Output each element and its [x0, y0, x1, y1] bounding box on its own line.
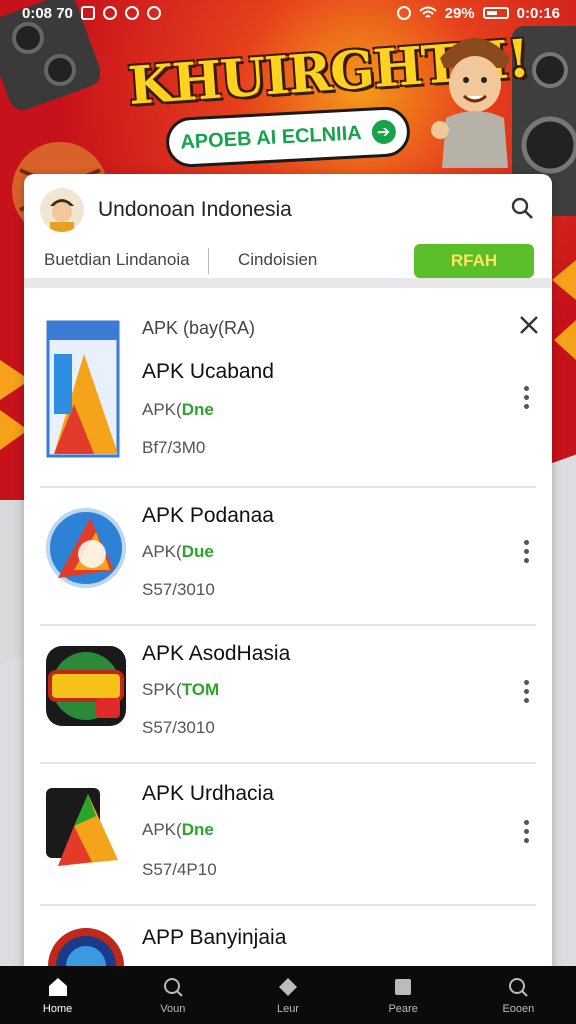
square-icon [395, 979, 412, 995]
item-size: S57/3010 [142, 718, 215, 737]
app-list-card: Undonoan Indonesia Buetdian Lindanoia Ci… [24, 174, 552, 974]
banner-cta-label: APOEB AI ECLNIIA [179, 121, 363, 154]
app-icon [46, 788, 118, 866]
more-options-icon[interactable] [522, 820, 530, 846]
item-version-prefix: APK( [142, 400, 182, 419]
search-icon [163, 978, 183, 997]
item-version-prefix: SPK( [142, 680, 182, 699]
nav-search[interactable]: Voun [128, 966, 218, 1024]
status-time: 0:08 70 [22, 4, 73, 22]
item-tag: APK (bay(RA) [142, 318, 256, 338]
item-name: APK AsodHasia [142, 642, 291, 665]
item-version-prefix: APK( [142, 542, 182, 561]
item-version-value: Dne [181, 820, 214, 839]
mascot-illustration [431, 38, 510, 168]
alarm-icon [396, 6, 411, 20]
close-icon[interactable] [518, 314, 540, 336]
nav-label: Home [42, 1003, 73, 1015]
item-version: SPK(TOM [142, 680, 219, 700]
nav-home[interactable]: Home [13, 966, 103, 1024]
app-list: APK (bay(RA) APK Ucaband APK(Dne Bf7/3M0… [24, 288, 552, 974]
list-item[interactable]: APP Banyinjaia [40, 906, 536, 974]
nav-label: Eooen [502, 1003, 535, 1015]
search-icon [509, 978, 529, 997]
avatar[interactable] [40, 188, 84, 232]
item-name: APK Ucaband [142, 360, 274, 383]
card-header: Undonoan Indonesia Buetdian Lindanoia Ci… [24, 174, 552, 288]
item-size: S57/3010 [142, 580, 215, 599]
item-size: Bf7/3M0 [142, 438, 206, 457]
app-icon [46, 508, 126, 588]
list-item[interactable]: APK Podanaa APK(Due S57/3010 [40, 488, 536, 626]
item-name: APK Urdhacia [142, 782, 274, 805]
app-icon [46, 320, 120, 458]
nav-peare[interactable]: Peare [358, 966, 448, 1024]
tab-row: Buetdian Lindanoia Cindoisien RFAH [24, 244, 552, 280]
tab-first[interactable]: Buetdian Lindanoia [44, 250, 190, 270]
notification-icon [80, 6, 95, 20]
nav-leur[interactable]: Leur [243, 966, 333, 1024]
diamond-icon [278, 978, 297, 996]
item-version-value: Dne [181, 400, 214, 419]
list-item[interactable]: APK (bay(RA) APK Ucaband APK(Dne Bf7/3M0 [40, 288, 538, 488]
notification-icon [102, 6, 117, 20]
header-action-button[interactable]: RFAH [414, 244, 534, 278]
status-time-right: 0:0:16 [516, 4, 560, 22]
item-version: APK(Dne [142, 400, 214, 420]
list-item[interactable]: APK AsodHasia SPK(TOM S57/3010 [40, 626, 536, 764]
nav-label: Peare [388, 1003, 418, 1015]
item-size: S57/4P10 [142, 860, 217, 879]
more-options-icon[interactable] [522, 540, 530, 566]
tab-second[interactable]: Cindoisien [238, 250, 317, 270]
list-item[interactable]: APK Urdhacia APK(Dne S57/4P10 [40, 764, 536, 906]
item-version-prefix: APK( [142, 820, 182, 839]
bottom-navigation: Home Voun Leur Peare Eooen [0, 966, 576, 1024]
item-name: APK Podanaa [142, 504, 274, 527]
more-options-icon[interactable] [522, 386, 530, 412]
nav-label: Voun [160, 1003, 186, 1015]
notification-icon [124, 6, 139, 20]
nav-label: Leur [276, 1003, 299, 1015]
home-icon [48, 978, 67, 996]
page-title: Undonoan Indonesia [98, 198, 292, 221]
more-options-icon[interactable] [522, 680, 530, 706]
search-icon[interactable] [510, 196, 534, 220]
arrow-right-icon: ➔ [371, 119, 397, 145]
app-icon [46, 646, 126, 726]
item-version-value: Due [181, 542, 214, 561]
tab-divider [208, 248, 209, 274]
item-version-value: TOM [181, 680, 220, 699]
notification-icon [146, 6, 161, 20]
nav-eooen[interactable]: Eooen [473, 966, 563, 1024]
item-version: APK(Dne [142, 820, 214, 840]
item-name: APP Banyinjaia [142, 926, 287, 949]
flame-decoration-right [552, 260, 576, 360]
item-version: APK(Due [142, 542, 214, 562]
